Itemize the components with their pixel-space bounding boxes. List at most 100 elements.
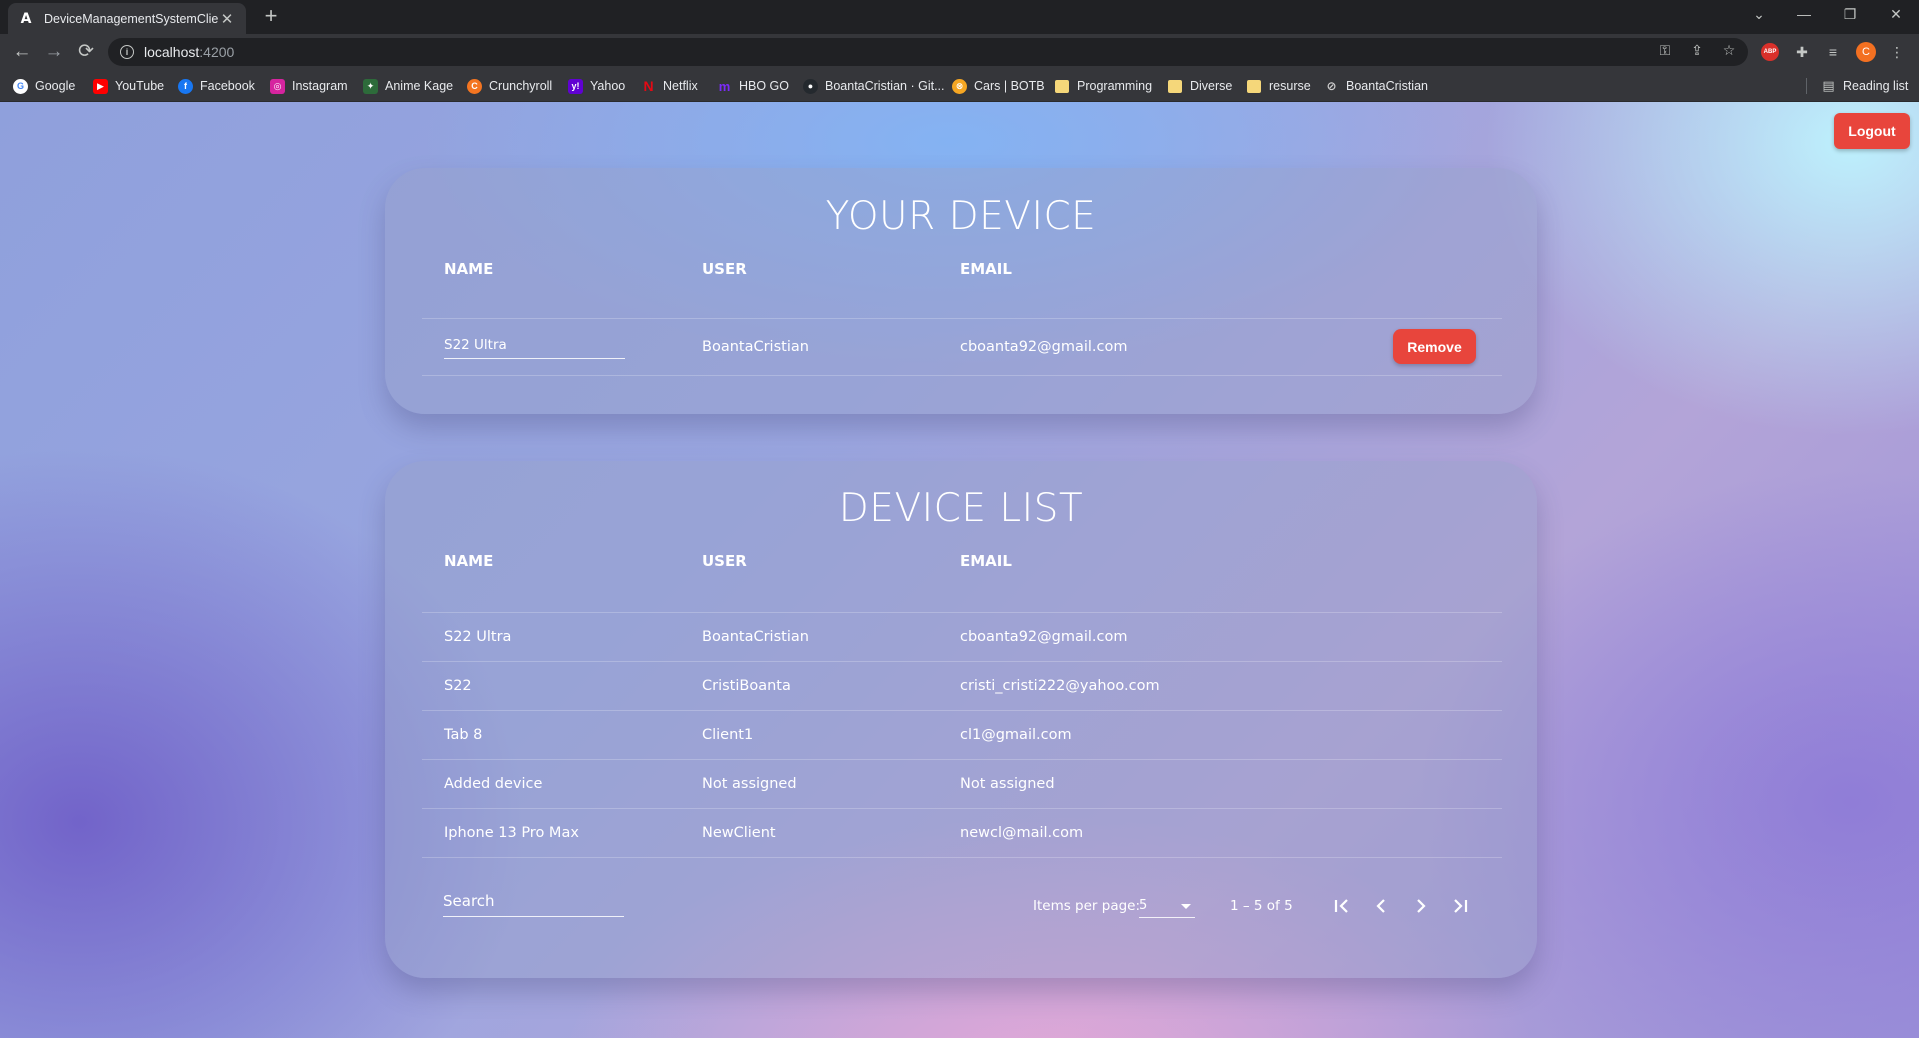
adblock-plus-icon[interactable]: ABP [1761,43,1779,61]
your-device-card: YOUR DEVICE NAME USER EMAIL S22 Ultra Bo… [385,168,1537,414]
table-cell-name[interactable]: Added device [444,776,542,792]
bookmark-boantacristian[interactable]: ⊘ BoantaCristian [1324,77,1428,95]
share-icon[interactable]: ⇪ [1686,42,1708,62]
device-user: BoantaCristian [702,339,809,355]
bookmark-hbo-go[interactable]: m HBO GO [717,77,789,95]
youtube-icon: ▶ [93,78,108,94]
reading-list-label: Reading list [1843,79,1909,93]
reload-icon[interactable]: ⟳ [74,40,98,64]
page-viewport: Logout YOUR DEVICE NAME USER EMAIL S22 U… [0,102,1919,1038]
close-tab-icon[interactable]: ✕ [218,10,236,28]
bookmark-folder-programming[interactable]: Programming [1055,77,1152,95]
profile-avatar[interactable]: C [1856,42,1876,62]
restore-icon[interactable]: ❐ [1827,0,1873,30]
netflix-icon: N [643,78,654,94]
column-header-name: NAME [444,552,494,570]
items-per-page-select[interactable]: 5 [1139,894,1195,918]
bookmark-instagram[interactable]: ◎ Instagram [270,77,348,95]
table-cell-name[interactable]: Tab 8 [444,727,482,743]
menu-kebab-icon[interactable]: ⋮ [1886,41,1908,63]
extensions-puzzle-icon[interactable]: ✚ [1791,41,1813,63]
row-divider [422,710,1502,711]
previous-page-button[interactable] [1365,890,1397,922]
tab-search-chevron-icon[interactable]: ⌄ [1736,0,1782,30]
link-icon: ⊘ [1326,79,1337,93]
folder-icon [1168,79,1182,93]
bookmark-botb[interactable]: ⊗ Cars | BOTB [952,77,1045,95]
remove-button[interactable]: Remove [1393,329,1476,364]
your-device-title: YOUR DEVICE [825,194,1097,239]
bookmark-folder-resurse[interactable]: resurse [1247,77,1311,95]
back-arrow-icon[interactable]: ← [10,40,34,64]
bookmark-google[interactable]: G Google [13,77,75,95]
items-per-page-label: Items per page: [1033,898,1141,914]
header-divider [422,318,1502,319]
minimize-icon[interactable]: — [1781,0,1827,30]
chevron-right-icon [1417,899,1426,913]
table-cell-email: cboanta92@gmail.com [960,629,1128,645]
bookmarks-divider [1806,78,1807,94]
anime-kage-icon: ✦ [363,78,378,94]
table-cell-user: NewClient [702,825,776,841]
bookmark-label: Yahoo [590,79,626,93]
bookmark-label: resurse [1269,79,1311,93]
search-input[interactable]: Search [443,887,624,917]
row-divider [422,759,1502,760]
bookmark-yahoo[interactable]: y! Yahoo [568,77,625,95]
close-window-icon[interactable]: ✕ [1873,0,1919,30]
bookmark-label: YouTube [115,79,165,93]
next-page-button[interactable] [1405,890,1437,922]
logout-button[interactable]: Logout [1834,113,1910,149]
row-divider [422,808,1502,809]
table-cell-user: BoantaCristian [702,629,809,645]
address-bar[interactable]: i localhost:4200 ⚿ ⇪ ☆ [108,38,1748,66]
github-icon: ● [803,78,818,94]
column-header-email: EMAIL [960,552,1012,570]
last-page-icon [1454,899,1468,913]
table-cell-user: Client1 [702,727,754,743]
device-name-input[interactable]: S22 Ultra [444,331,625,359]
column-header-email: EMAIL [960,260,1012,278]
last-page-button[interactable] [1445,890,1477,922]
url-host: localhost [144,44,200,60]
site-info-icon[interactable]: i [120,45,134,59]
bookmark-folder-diverse[interactable]: Diverse [1168,77,1232,95]
browser-toolbar: ← → ⟳ i localhost:4200 ⚿ ⇪ ☆ ABP ✚ ≡ C ⋮ [0,34,1919,70]
table-cell-user: Not assigned [702,776,797,792]
bookmark-label: Anime Kage [385,79,454,93]
bookmark-label: Facebook [200,79,255,93]
table-cell-name[interactable]: Iphone 13 Pro Max [444,825,579,841]
table-cell-email: newcl@mail.com [960,825,1084,841]
first-page-icon [1334,899,1348,913]
bookmark-crunchyroll[interactable]: C Crunchyroll [467,77,552,95]
row-divider [422,375,1502,376]
bookmark-star-icon[interactable]: ☆ [1718,42,1740,62]
table-cell-email: cl1@gmail.com [960,727,1072,743]
angular-favicon-icon: A [20,10,32,27]
bookmark-anime-kage[interactable]: ✦ Anime Kage [363,77,453,95]
bookmark-label: Programming [1077,79,1153,93]
header-divider [422,612,1502,613]
column-header-name: NAME [444,260,494,278]
device-list-title: DEVICE LIST [838,486,1084,531]
table-cell-name[interactable]: S22 Ultra [444,629,511,645]
bookmark-youtube[interactable]: ▶ YouTube [93,77,164,95]
table-cell-name[interactable]: S22 [444,678,472,694]
bookmark-label: Google [35,79,76,93]
facebook-icon: f [178,78,193,94]
bookmark-github[interactable]: ● BoantaCristian · Git... [803,77,945,95]
bookmarks-bar: G Google ▶ YouTube f Facebook ◎ Instagram ✦ A… [0,70,1919,102]
new-tab-icon[interactable]: + [260,5,282,28]
url-port: :4200 [199,44,235,60]
browser-tab[interactable]: A DeviceManagementSystemClient ✕ [8,3,246,34]
yahoo-icon: y! [568,78,583,94]
google-icon: G [13,78,28,94]
bookmark-netflix[interactable]: N Netflix [641,77,697,95]
media-queue-icon[interactable]: ≡ [1822,41,1844,63]
key-icon[interactable]: ⚿ [1654,42,1676,62]
bookmark-facebook[interactable]: f Facebook [178,77,255,95]
reading-list[interactable]: ▤ Reading list [1821,77,1908,95]
forward-arrow-icon[interactable]: → [42,40,66,64]
bookmark-label: Diverse [1190,79,1233,93]
first-page-button[interactable] [1325,890,1357,922]
